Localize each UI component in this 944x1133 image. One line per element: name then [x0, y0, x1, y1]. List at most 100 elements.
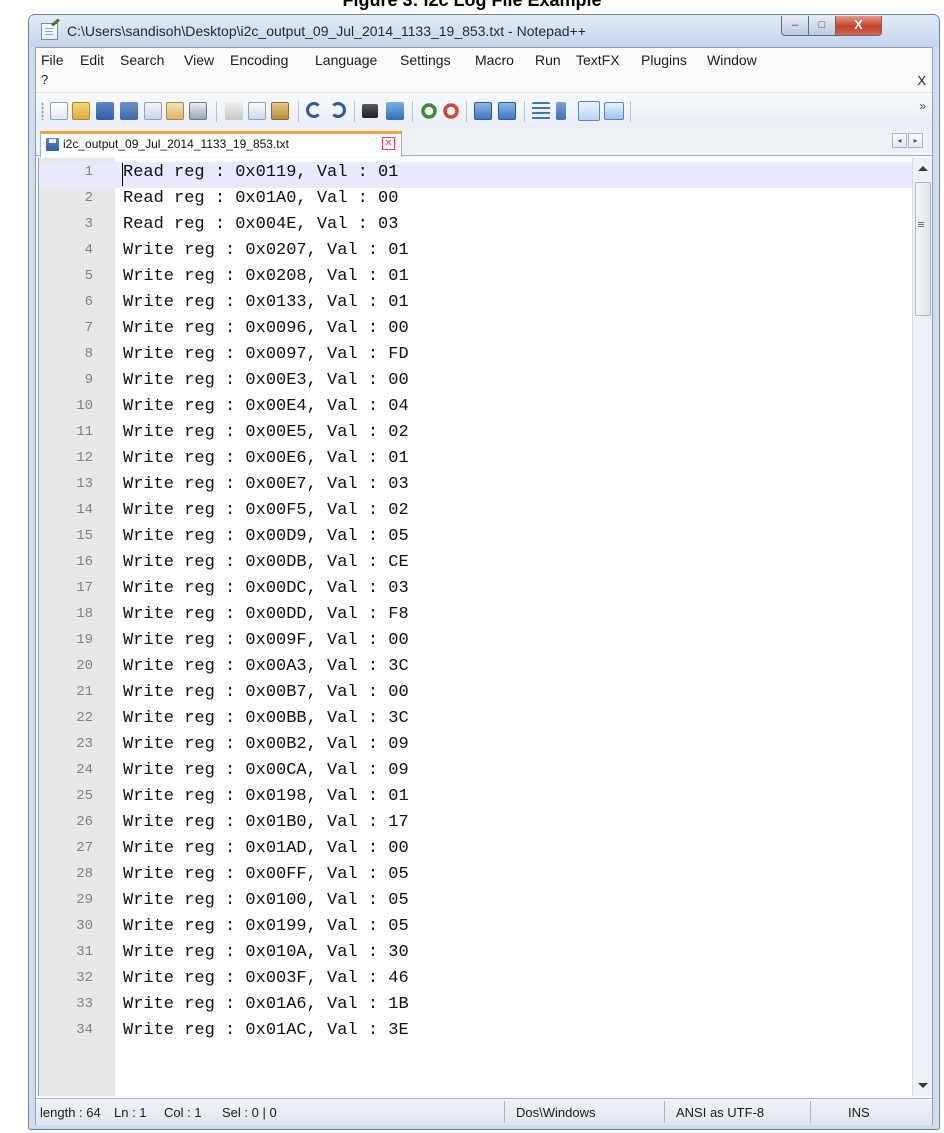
- line-text: Write reg : 0x00DB, Val : CE: [123, 553, 409, 572]
- menu-language[interactable]: Language: [315, 52, 377, 68]
- menu-help[interactable]: ?: [41, 72, 48, 87]
- menu-plugins[interactable]: Plugins: [641, 52, 687, 68]
- tab-close-icon[interactable]: ✕: [382, 137, 395, 150]
- open-file-icon[interactable]: [72, 102, 90, 120]
- code-line[interactable]: 22 Write reg : 0x00BB, Val : 3C: [39, 708, 912, 734]
- copy-icon[interactable]: [248, 102, 266, 120]
- code-line[interactable]: 14 Write reg : 0x00F5, Val : 02: [39, 500, 912, 526]
- tab-scroll-right-button[interactable]: ▸: [908, 133, 923, 148]
- tab-document[interactable]: i2c_output_09_Jul_2014_1133_19_853.txt ✕: [40, 131, 402, 157]
- print-icon[interactable]: [189, 102, 207, 120]
- code-line[interactable]: 29 Write reg : 0x0100, Val : 05: [39, 890, 912, 916]
- code-line[interactable]: 21 Write reg : 0x00B7, Val : 00: [39, 682, 912, 708]
- menu-view[interactable]: View: [184, 52, 214, 68]
- code-line[interactable]: 24 Write reg : 0x00CA, Val : 09: [39, 760, 912, 786]
- code-line[interactable]: 8 Write reg : 0x0097, Val : FD: [39, 344, 912, 370]
- code-line[interactable]: 25 Write reg : 0x0198, Val : 01: [39, 786, 912, 812]
- code-line[interactable]: 28 Write reg : 0x00FF, Val : 05: [39, 864, 912, 890]
- menu-file[interactable]: File: [41, 52, 64, 68]
- line-text: Write reg : 0x00E4, Val : 04: [123, 397, 409, 416]
- line-number: 18: [76, 606, 93, 622]
- zoom-in-icon[interactable]: [420, 102, 438, 120]
- code-line[interactable]: 9 Write reg : 0x00E3, Val : 00: [39, 370, 912, 396]
- code-line[interactable]: 1 Read reg : 0x0119, Val : 01: [39, 162, 912, 188]
- code-line[interactable]: 4 Write reg : 0x0207, Val : 01: [39, 240, 912, 266]
- menu-encoding[interactable]: Encoding: [230, 52, 288, 68]
- sync-horizontal-icon[interactable]: [498, 102, 516, 120]
- code-line[interactable]: 20 Write reg : 0x00A3, Val : 3C: [39, 656, 912, 682]
- code-line[interactable]: 7 Write reg : 0x0096, Val : 00: [39, 318, 912, 344]
- figure-caption-text: Figure 3: i2c Log File Example: [342, 0, 602, 10]
- undo-icon[interactable]: [306, 102, 322, 118]
- line-number: 7: [84, 320, 93, 336]
- zoom-out-icon[interactable]: [442, 102, 460, 120]
- code-line[interactable]: 3 Read reg : 0x004E, Val : 03: [39, 214, 912, 240]
- code-line[interactable]: 12 Write reg : 0x00E6, Val : 01: [39, 448, 912, 474]
- save-all-icon[interactable]: [120, 102, 138, 120]
- line-number: 23: [76, 736, 93, 752]
- code-line[interactable]: 27 Write reg : 0x01AD, Val : 00: [39, 838, 912, 864]
- vertical-scrollbar[interactable]: [912, 158, 932, 1096]
- code-line[interactable]: 17 Write reg : 0x00DC, Val : 03: [39, 578, 912, 604]
- menu-settings[interactable]: Settings: [400, 52, 451, 68]
- code-line[interactable]: 31 Write reg : 0x010A, Val : 30: [39, 942, 912, 968]
- replace-icon[interactable]: [386, 102, 404, 120]
- code-line[interactable]: 2 Read reg : 0x01A0, Val : 00: [39, 188, 912, 214]
- sync-vertical-icon[interactable]: [474, 102, 492, 120]
- code-line[interactable]: 15 Write reg : 0x00D9, Val : 05: [39, 526, 912, 552]
- line-text: Write reg : 0x00CA, Val : 09: [123, 761, 409, 780]
- scrollbar-thumb[interactable]: [915, 182, 931, 316]
- indent-guide-icon[interactable]: [578, 101, 600, 121]
- line-number: 24: [76, 762, 93, 778]
- code-line[interactable]: 13 Write reg : 0x00E7, Val : 03: [39, 474, 912, 500]
- menu-textfx[interactable]: TextFX: [576, 52, 620, 68]
- document-map-icon[interactable]: [604, 102, 624, 120]
- find-icon[interactable]: [362, 104, 378, 118]
- cut-icon[interactable]: [225, 102, 243, 120]
- notepadpp-app-icon[interactable]: [41, 23, 58, 40]
- code-line[interactable]: 33 Write reg : 0x01A6, Val : 1B: [39, 994, 912, 1020]
- new-file-icon[interactable]: [50, 102, 68, 120]
- close-document-button[interactable]: X: [917, 73, 926, 88]
- menu-search[interactable]: Search: [120, 52, 164, 68]
- maximize-button[interactable]: □: [809, 16, 836, 36]
- menu-window[interactable]: Window: [707, 52, 757, 68]
- code-line[interactable]: 18 Write reg : 0x00DD, Val : F8: [39, 604, 912, 630]
- code-line[interactable]: 34 Write reg : 0x01AC, Val : 3E: [39, 1020, 912, 1046]
- paste-icon[interactable]: [271, 102, 289, 120]
- toolbar-grip[interactable]: [41, 102, 44, 120]
- save-icon[interactable]: [96, 102, 114, 120]
- close-all-icon[interactable]: [166, 102, 184, 120]
- code-line[interactable]: 11 Write reg : 0x00E5, Val : 02: [39, 422, 912, 448]
- scroll-up-arrow-icon[interactable]: [918, 166, 928, 171]
- word-wrap-icon[interactable]: [532, 102, 550, 120]
- code-line[interactable]: 30 Write reg : 0x0199, Val : 05: [39, 916, 912, 942]
- menu-macro[interactable]: Macro: [475, 52, 514, 68]
- redo-icon[interactable]: [330, 102, 346, 118]
- code-line[interactable]: 19 Write reg : 0x009F, Val : 00: [39, 630, 912, 656]
- code-line[interactable]: 10 Write reg : 0x00E4, Val : 04: [39, 396, 912, 422]
- code-line[interactable]: 26 Write reg : 0x01B0, Val : 17: [39, 812, 912, 838]
- line-number: 32: [76, 970, 93, 986]
- toolbar-overflow-button[interactable]: »: [919, 99, 926, 113]
- code-line[interactable]: 5 Write reg : 0x0208, Val : 01: [39, 266, 912, 292]
- line-text: Write reg : 0x003F, Val : 46: [123, 969, 409, 988]
- status-insert-mode: INS: [848, 1105, 870, 1120]
- show-all-chars-icon[interactable]: [556, 102, 566, 120]
- line-number: 21: [76, 684, 93, 700]
- close-button[interactable]: X: [836, 16, 882, 36]
- text-editor[interactable]: 1 Read reg : 0x0119, Val : 01 2 Read reg : …: [38, 158, 912, 1096]
- tab-scroll-left-button[interactable]: ◂: [892, 133, 907, 148]
- code-line[interactable]: 16 Write reg : 0x00DB, Val : CE: [39, 552, 912, 578]
- close-icon[interactable]: [144, 102, 162, 120]
- code-line[interactable]: 23 Write reg : 0x00B2, Val : 09: [39, 734, 912, 760]
- code-line[interactable]: 32 Write reg : 0x003F, Val : 46: [39, 968, 912, 994]
- code-line[interactable]: 6 Write reg : 0x0133, Val : 01: [39, 292, 912, 318]
- toolbar-separator: [298, 101, 299, 122]
- menu-run[interactable]: Run: [535, 52, 561, 68]
- line-number: 31: [76, 944, 93, 960]
- minimize-button[interactable]: –: [781, 16, 809, 36]
- title-bar[interactable]: C:\Users\sandisoh\Desktop\i2c_output_09_…: [29, 15, 939, 47]
- scroll-down-arrow-icon[interactable]: [918, 1083, 928, 1088]
- menu-edit[interactable]: Edit: [80, 52, 104, 68]
